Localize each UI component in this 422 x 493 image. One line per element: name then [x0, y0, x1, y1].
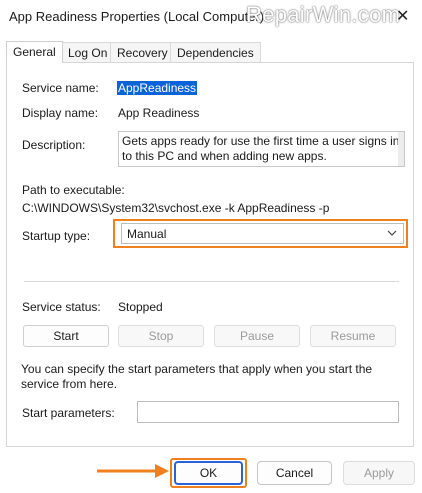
start-params-input[interactable]	[137, 401, 399, 423]
start-params-help-text: You can specify the start parameters tha…	[21, 362, 373, 391]
description-label: Description:	[22, 138, 86, 152]
stop-button[interactable]: Stop	[118, 325, 204, 347]
pause-button[interactable]: Pause	[214, 325, 300, 347]
path-value: C:\WINDOWS\System32\svchost.exe -k AppRe…	[22, 201, 330, 215]
description-scrollbar[interactable]	[398, 132, 404, 166]
ok-button[interactable]: OK	[174, 461, 243, 485]
description-text: Gets apps ready for use the first time a…	[122, 134, 400, 163]
divider	[24, 281, 399, 282]
resume-button[interactable]: Resume	[310, 325, 396, 347]
tab-dependencies[interactable]: Dependencies	[170, 42, 261, 62]
service-name-label: Service name:	[22, 81, 99, 95]
path-label: Path to executable:	[22, 183, 125, 197]
title-bar: App Readiness Properties (Local Computer…	[0, 0, 422, 34]
startup-type-value: Manual	[127, 227, 167, 241]
startup-type-label: Startup type:	[22, 229, 91, 243]
description-box[interactable]: Gets apps ready for use the first time a…	[118, 131, 405, 167]
close-icon[interactable]: ✕	[396, 6, 409, 26]
tab-log-on[interactable]: Log On	[61, 42, 115, 62]
cancel-button[interactable]: Cancel	[257, 461, 332, 485]
tab-general[interactable]: General	[6, 41, 63, 63]
watermark: RepairWin.com	[246, 2, 401, 27]
general-panel: Service name: AppReadiness Display name:…	[6, 62, 414, 447]
chevron-down-icon	[387, 226, 397, 243]
service-name-selected-text[interactable]: AppReadiness	[117, 81, 198, 95]
display-name-label: Display name:	[22, 106, 99, 120]
start-button[interactable]: Start	[23, 325, 109, 347]
arrow-right-icon	[95, 461, 171, 484]
service-status-label: Service status:	[22, 300, 101, 314]
tab-recovery[interactable]: Recovery	[110, 42, 175, 62]
service-name-value[interactable]: AppReadiness	[117, 81, 198, 95]
start-params-label: Start parameters:	[22, 406, 115, 420]
window-title: App Readiness Properties (Local Computer…	[9, 9, 265, 24]
display-name-value[interactable]: App Readiness	[118, 106, 199, 120]
service-status-value: Stopped	[118, 300, 163, 314]
apply-button[interactable]: Apply	[343, 461, 415, 485]
startup-type-select[interactable]: Manual	[121, 223, 404, 244]
